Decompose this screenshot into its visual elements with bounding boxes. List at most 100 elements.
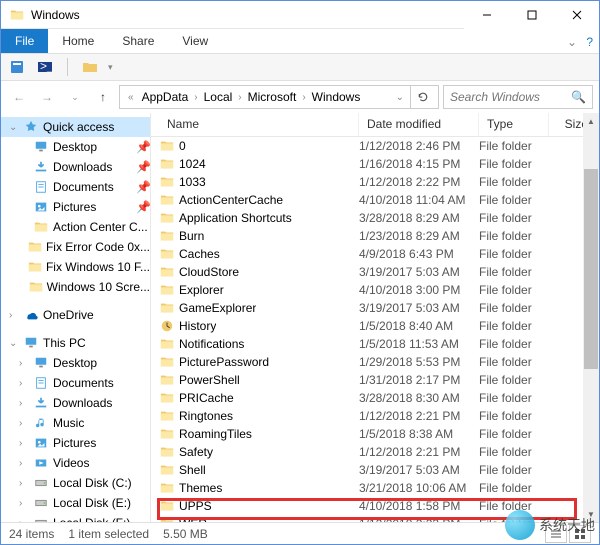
downloads-icon bbox=[33, 159, 49, 175]
new-folder-icon[interactable] bbox=[80, 57, 100, 77]
folder-icon bbox=[28, 259, 42, 275]
file-row[interactable]: Application Shortcuts3/28/2018 8:29 AMFi… bbox=[151, 209, 599, 227]
close-button[interactable] bbox=[554, 1, 599, 29]
sidebar-item[interactable]: Pictures📌 bbox=[1, 197, 150, 217]
history-icon bbox=[159, 318, 175, 334]
breadcrumb[interactable]: « AppData› Local› Microsoft› Windows ⌄ bbox=[119, 85, 439, 109]
folder-icon bbox=[159, 246, 175, 262]
sidebar-item[interactable]: ›Pictures bbox=[1, 433, 150, 453]
file-row[interactable]: Ringtones1/12/2018 2:21 PMFile folder bbox=[151, 407, 599, 425]
folder-icon bbox=[159, 336, 175, 352]
properties-icon[interactable] bbox=[7, 57, 27, 77]
folder-icon bbox=[33, 219, 49, 235]
chevron-down-icon[interactable]: ⌄ bbox=[9, 338, 19, 349]
vertical-scrollbar[interactable]: ▲ ▼ bbox=[583, 113, 599, 522]
crumb-windows[interactable]: Windows bbox=[308, 90, 365, 104]
file-row[interactable]: PowerShell1/31/2018 2:17 PMFile folder bbox=[151, 371, 599, 389]
file-row[interactable]: Notifications1/5/2018 11:53 AMFile folde… bbox=[151, 335, 599, 353]
sidebar-item[interactable]: Documents📌 bbox=[1, 177, 150, 197]
star-icon bbox=[23, 119, 39, 135]
search-input[interactable] bbox=[450, 90, 571, 104]
sidebar-item[interactable]: Downloads📌 bbox=[1, 157, 150, 177]
powershell-icon[interactable]: >_ bbox=[35, 57, 55, 77]
tab-view[interactable]: View bbox=[168, 29, 222, 53]
crumb-microsoft[interactable]: Microsoft bbox=[244, 90, 301, 104]
file-row[interactable]: 10331/12/2018 2:22 PMFile folder bbox=[151, 173, 599, 191]
sidebar-quick-access[interactable]: ⌄ Quick access bbox=[1, 117, 150, 137]
sidebar-item[interactable]: Windows 10 Scre... bbox=[1, 277, 150, 297]
documents-icon bbox=[33, 375, 49, 391]
file-row[interactable]: Caches4/9/2018 6:43 PMFile folder bbox=[151, 245, 599, 263]
folder-icon bbox=[9, 7, 25, 23]
sidebar-item[interactable]: ›Desktop bbox=[1, 353, 150, 373]
file-row[interactable]: PicturePassword1/29/2018 5:53 PMFile fol… bbox=[151, 353, 599, 371]
help-icon[interactable]: ? bbox=[586, 35, 593, 49]
file-row[interactable]: 10241/16/2018 4:15 PMFile folder bbox=[151, 155, 599, 173]
documents-icon bbox=[33, 179, 49, 195]
sidebar-onedrive[interactable]: › OneDrive bbox=[1, 305, 150, 325]
minimize-button[interactable] bbox=[464, 1, 509, 29]
tab-file[interactable]: File bbox=[1, 29, 48, 53]
sidebar-item[interactable]: Action Center C... bbox=[1, 217, 150, 237]
sidebar-item[interactable]: ›Local Disk (E:) bbox=[1, 493, 150, 513]
file-row[interactable]: PRICache3/28/2018 8:30 AMFile folder bbox=[151, 389, 599, 407]
pictures-icon bbox=[33, 199, 49, 215]
file-row[interactable]: Shell3/19/2017 5:03 AMFile folder bbox=[151, 461, 599, 479]
ribbon-expand-icon[interactable]: ⌄ bbox=[567, 35, 577, 49]
sidebar-item[interactable]: Fix Error Code 0x... bbox=[1, 237, 150, 257]
search-icon: 🔍 bbox=[571, 90, 586, 104]
folder-icon bbox=[159, 156, 175, 172]
recent-dropdown[interactable]: ⌄ bbox=[63, 85, 87, 109]
scrollbar-thumb[interactable] bbox=[584, 169, 598, 369]
crumb-local[interactable]: Local bbox=[200, 90, 237, 104]
file-list[interactable]: 01/12/2018 2:46 PMFile folder10241/16/20… bbox=[151, 137, 599, 522]
refresh-button[interactable] bbox=[410, 86, 434, 108]
sidebar-item[interactable]: ›Local Disk (F:) bbox=[1, 513, 150, 522]
folder-icon bbox=[159, 498, 175, 514]
up-button[interactable]: ↑ bbox=[91, 85, 115, 109]
music-icon bbox=[33, 415, 49, 431]
folder-icon bbox=[159, 480, 175, 496]
folder-icon bbox=[159, 516, 175, 522]
folder-icon bbox=[28, 239, 42, 255]
crumb-appdata[interactable]: AppData bbox=[138, 90, 193, 104]
sidebar-this-pc[interactable]: ⌄ This PC bbox=[1, 333, 150, 353]
folder-icon bbox=[159, 444, 175, 460]
tab-share[interactable]: Share bbox=[108, 29, 168, 53]
file-row[interactable]: Themes3/21/2018 10:06 AMFile folder bbox=[151, 479, 599, 497]
sidebar-item[interactable]: ›Documents bbox=[1, 373, 150, 393]
scroll-up-icon[interactable]: ▲ bbox=[587, 113, 595, 129]
pin-icon: 📌 bbox=[136, 140, 150, 154]
back-button[interactable]: ← bbox=[7, 85, 31, 109]
quick-access-toolbar: >_ ▾ bbox=[1, 53, 599, 81]
column-name[interactable]: Name bbox=[159, 113, 359, 136]
sidebar-item[interactable]: ›Videos bbox=[1, 453, 150, 473]
chevron-down-icon[interactable]: ⌄ bbox=[9, 122, 19, 133]
sidebar-item[interactable]: ›Music bbox=[1, 413, 150, 433]
column-type[interactable]: Type bbox=[479, 113, 549, 136]
sidebar-item[interactable]: Desktop📌 bbox=[1, 137, 150, 157]
column-date[interactable]: Date modified bbox=[359, 113, 479, 136]
folder-icon bbox=[159, 264, 175, 280]
column-headers: Name Date modified Type Size bbox=[151, 113, 599, 137]
file-row[interactable]: Burn1/23/2018 8:29 AMFile folder bbox=[151, 227, 599, 245]
file-row[interactable]: 01/12/2018 2:46 PMFile folder bbox=[151, 137, 599, 155]
file-row[interactable]: ActionCenterCache4/10/2018 11:04 AMFile … bbox=[151, 191, 599, 209]
pin-icon: 📌 bbox=[136, 180, 150, 194]
file-row[interactable]: CloudStore3/19/2017 5:03 AMFile folder bbox=[151, 263, 599, 281]
file-row[interactable]: Explorer4/10/2018 3:00 PMFile folder bbox=[151, 281, 599, 299]
window-title: Windows bbox=[31, 8, 464, 22]
chevron-right-icon[interactable]: › bbox=[9, 310, 19, 321]
file-row[interactable]: Safety1/12/2018 2:21 PMFile folder bbox=[151, 443, 599, 461]
tab-home[interactable]: Home bbox=[48, 29, 108, 53]
file-row[interactable]: History1/5/2018 8:40 AMFile folder bbox=[151, 317, 599, 335]
forward-button[interactable]: → bbox=[35, 85, 59, 109]
maximize-button[interactable] bbox=[509, 1, 554, 29]
sidebar-item[interactable]: ›Local Disk (C:) bbox=[1, 473, 150, 493]
file-row[interactable]: GameExplorer3/19/2017 5:03 AMFile folder bbox=[151, 299, 599, 317]
search-box[interactable]: 🔍 bbox=[443, 85, 593, 109]
sidebar-item[interactable]: ›Downloads bbox=[1, 393, 150, 413]
file-row[interactable]: RoamingTiles1/5/2018 8:38 AMFile folder bbox=[151, 425, 599, 443]
sidebar-item[interactable]: Fix Windows 10 F... bbox=[1, 257, 150, 277]
folder-icon bbox=[159, 408, 175, 424]
